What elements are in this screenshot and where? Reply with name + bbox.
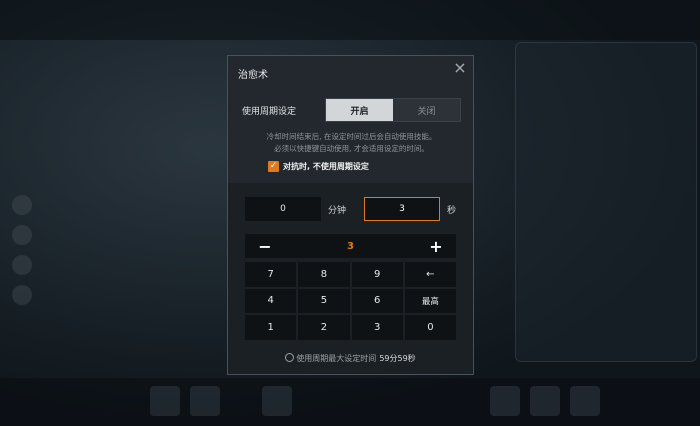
- minutes-unit-label: 分钟: [328, 206, 347, 216]
- max-time-note: 使用周期最大设定时间 59分59秒: [228, 353, 473, 364]
- increment-button[interactable]: +: [416, 234, 456, 258]
- stepper-value: 3: [347, 240, 354, 252]
- background-slot: [262, 386, 292, 416]
- key-6[interactable]: 6: [351, 288, 403, 314]
- decrement-button[interactable]: −: [245, 234, 285, 258]
- max-time-value: 59分59秒: [379, 354, 416, 363]
- background-top-hud: [0, 0, 700, 40]
- key-8[interactable]: 8: [298, 262, 350, 287]
- background-slot: [570, 386, 600, 416]
- background-left-icon: [12, 285, 32, 305]
- minutes-field[interactable]: 0: [245, 197, 321, 221]
- backspace-icon[interactable]: ←: [404, 262, 456, 287]
- cycle-setting-dialog: 治愈术 × 使用周期设定 开启 关闭 冷却时间结束后, 在设定时间过后会自动使用…: [227, 55, 474, 375]
- background-slot: [190, 386, 220, 416]
- clock-icon: [285, 353, 295, 362]
- dialog-title: 治愈术: [238, 70, 268, 81]
- key-9[interactable]: 9: [351, 262, 403, 287]
- key-2[interactable]: 2: [298, 315, 350, 340]
- key-1[interactable]: 1: [245, 315, 297, 340]
- max-button[interactable]: 最高: [404, 288, 456, 314]
- pvp-checkbox-row[interactable]: ✓ 对抗时, 不使用周期设定: [268, 161, 369, 172]
- value-stepper: − 3 +: [245, 234, 456, 258]
- description-line: 必须以快捷键自动使用, 才会适用设定的时间。: [274, 144, 429, 153]
- key-5[interactable]: 5: [298, 288, 350, 314]
- background-slot: [530, 386, 560, 416]
- background-left-icon: [12, 225, 32, 245]
- cycle-description: 冷却时间结束后, 在设定时间过后会自动使用技能。 必须以快捷键自动使用, 才会适…: [238, 131, 465, 155]
- key-3[interactable]: 3: [351, 315, 403, 340]
- background-left-icon: [12, 195, 32, 215]
- close-icon[interactable]: ×: [453, 60, 467, 76]
- background-left-icon: [12, 255, 32, 275]
- background-slot: [150, 386, 180, 416]
- max-time-label: 使用周期最大设定时间: [296, 354, 377, 363]
- toggle-off-button[interactable]: 关闭: [393, 99, 460, 121]
- pvp-checkbox-label[interactable]: 对抗时, 不使用周期设定: [283, 161, 369, 172]
- key-4[interactable]: 4: [245, 288, 297, 314]
- background-slot: [490, 386, 520, 416]
- key-7[interactable]: 7: [245, 262, 297, 287]
- numeric-keypad: 7 8 9 ← 4 5 6 最高 1 2 3 0: [245, 262, 456, 340]
- key-0[interactable]: 0: [404, 315, 456, 340]
- seconds-unit-label: 秒: [447, 206, 457, 216]
- background-skill-panel: [515, 42, 697, 362]
- cycle-toggle: 开启 关闭: [325, 98, 461, 122]
- checkmark-icon[interactable]: ✓: [268, 161, 279, 172]
- cycle-setting-label: 使用周期设定: [242, 107, 297, 117]
- seconds-field[interactable]: 3: [364, 197, 440, 221]
- description-line: 冷却时间结束后, 在设定时间过后会自动使用技能。: [266, 132, 437, 141]
- time-input-section: 0 分钟 3 秒 − 3 + 7 8 9 ← 4 5 6 最高 1 2 3 0 …: [228, 183, 473, 374]
- toggle-on-button[interactable]: 开启: [326, 99, 393, 121]
